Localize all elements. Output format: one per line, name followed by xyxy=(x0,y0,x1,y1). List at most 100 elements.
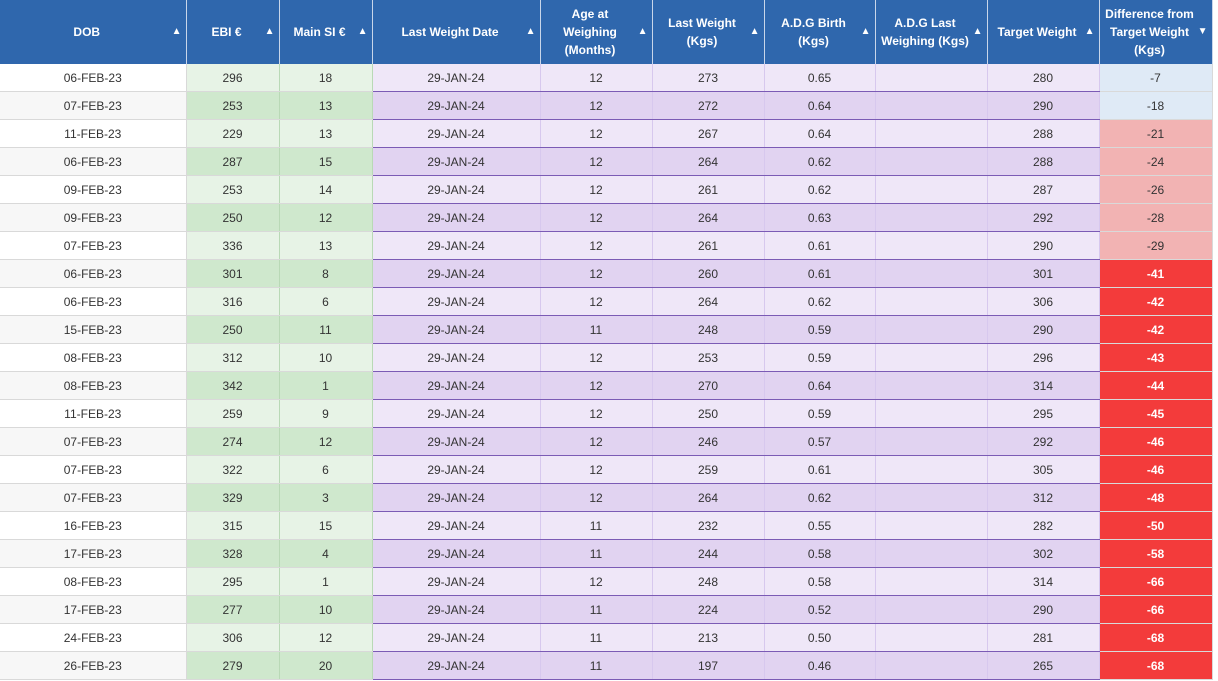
column-header-age[interactable]: Age at Weighing (Months) ▲ xyxy=(540,0,653,64)
cell-adgl xyxy=(875,231,988,260)
cell-adgl xyxy=(875,343,988,372)
table-row[interactable]: 06-FEB-23 296 18 29-JAN-24 12 273 0.65 280 -7 xyxy=(0,64,1213,92)
cell-tw: 280 xyxy=(987,64,1100,92)
cell-si: 10 xyxy=(279,343,373,372)
table-row[interactable]: 06-FEB-23 316 6 29-JAN-24 12 264 0.62 306 -42 xyxy=(0,287,1213,316)
column-header-label: Target Weight xyxy=(997,25,1077,39)
cell-adgl xyxy=(875,427,988,456)
column-header-ebi[interactable]: EBI € ▲ xyxy=(186,0,280,64)
table-row[interactable]: 07-FEB-23 336 13 29-JAN-24 12 261 0.61 290 -29 xyxy=(0,231,1213,260)
cell-adgl xyxy=(875,259,988,288)
cell-date: 29-JAN-24 xyxy=(372,483,541,512)
table-row[interactable]: 09-FEB-23 250 12 29-JAN-24 12 264 0.63 292 -28 xyxy=(0,203,1213,232)
column-header-label: Last Weight Date xyxy=(401,25,499,39)
cell-adgb: 0.62 xyxy=(764,147,876,176)
cell-tw: 306 xyxy=(987,287,1100,316)
sort-asc-icon[interactable]: ▲ xyxy=(973,27,983,37)
column-header-date[interactable]: Last Weight Date ▲ xyxy=(372,0,541,64)
cell-ebi: 316 xyxy=(186,287,280,316)
cell-date: 29-JAN-24 xyxy=(372,147,541,176)
cell-ebi: 312 xyxy=(186,343,280,372)
cell-adgb: 0.55 xyxy=(764,511,876,540)
cell-diff: -50 xyxy=(1099,511,1213,540)
table-row[interactable]: 26-FEB-23 279 20 29-JAN-24 11 197 0.46 265 -68 xyxy=(0,651,1213,680)
column-header-tw[interactable]: Target Weight ▲ xyxy=(987,0,1100,64)
cell-date: 29-JAN-24 xyxy=(372,539,541,568)
cell-diff: -68 xyxy=(1099,623,1213,652)
cell-diff: -21 xyxy=(1099,119,1213,148)
cell-dob: 08-FEB-23 xyxy=(0,371,187,400)
table-row[interactable]: 07-FEB-23 329 3 29-JAN-24 12 264 0.62 312 -48 xyxy=(0,483,1213,512)
cell-tw: 295 xyxy=(987,399,1100,428)
cell-diff: -66 xyxy=(1099,567,1213,596)
cell-adgl xyxy=(875,287,988,316)
cell-adgl xyxy=(875,203,988,232)
cell-date: 29-JAN-24 xyxy=(372,511,541,540)
table-row[interactable]: 07-FEB-23 253 13 29-JAN-24 12 272 0.64 290 -18 xyxy=(0,91,1213,120)
cell-si: 12 xyxy=(279,623,373,652)
column-header-dob[interactable]: DOB ▲ xyxy=(0,0,187,64)
table-header: DOB ▲ EBI € ▲ Main SI € ▲ Last Weight Date ▲ Age… xyxy=(0,0,1213,64)
cell-age: 12 xyxy=(540,567,653,596)
cell-ebi: 306 xyxy=(186,623,280,652)
cell-dob: 08-FEB-23 xyxy=(0,567,187,596)
cell-si: 1 xyxy=(279,567,373,596)
sort-asc-icon[interactable]: ▲ xyxy=(265,27,275,37)
table-row[interactable]: 08-FEB-23 312 10 29-JAN-24 12 253 0.59 296 -43 xyxy=(0,343,1213,372)
table-row[interactable]: 07-FEB-23 322 6 29-JAN-24 12 259 0.61 305 -46 xyxy=(0,455,1213,484)
cell-ebi: 250 xyxy=(186,203,280,232)
sort-asc-icon[interactable]: ▲ xyxy=(750,27,760,37)
cell-age: 11 xyxy=(540,595,653,624)
cell-dob: 11-FEB-23 xyxy=(0,119,187,148)
sort-asc-icon[interactable]: ▲ xyxy=(358,27,368,37)
sort-desc-icon[interactable]: ▼ xyxy=(1198,27,1208,37)
cell-age: 12 xyxy=(540,483,653,512)
table-row[interactable]: 06-FEB-23 287 15 29-JAN-24 12 264 0.62 288 -24 xyxy=(0,147,1213,176)
table-row[interactable]: 17-FEB-23 277 10 29-JAN-24 11 224 0.52 290 -66 xyxy=(0,595,1213,624)
table-row[interactable]: 11-FEB-23 259 9 29-JAN-24 12 250 0.59 295 -45 xyxy=(0,399,1213,428)
cell-adgb: 0.59 xyxy=(764,343,876,372)
cell-diff: -58 xyxy=(1099,539,1213,568)
column-header-lw[interactable]: Last Weight (Kgs) ▲ xyxy=(652,0,765,64)
table-row[interactable]: 15-FEB-23 250 11 29-JAN-24 11 248 0.59 290 -42 xyxy=(0,315,1213,344)
table-row[interactable]: 17-FEB-23 328 4 29-JAN-24 11 244 0.58 302 -58 xyxy=(0,539,1213,568)
sort-asc-icon[interactable]: ▲ xyxy=(1085,27,1095,37)
cell-diff: -46 xyxy=(1099,455,1213,484)
cell-ebi: 279 xyxy=(186,651,280,680)
cell-adgb: 0.64 xyxy=(764,91,876,120)
column-header-si[interactable]: Main SI € ▲ xyxy=(279,0,373,64)
sort-asc-icon[interactable]: ▲ xyxy=(172,27,182,37)
cell-dob: 06-FEB-23 xyxy=(0,259,187,288)
table-row[interactable]: 08-FEB-23 295 1 29-JAN-24 12 248 0.58 314 -66 xyxy=(0,567,1213,596)
cell-ebi: 253 xyxy=(186,91,280,120)
cell-si: 6 xyxy=(279,287,373,316)
cell-adgl xyxy=(875,511,988,540)
cell-dob: 16-FEB-23 xyxy=(0,511,187,540)
cell-adgl xyxy=(875,623,988,652)
column-header-adgl[interactable]: A.D.G Last Weighing (Kgs) ▲ xyxy=(875,0,988,64)
column-header-adgb[interactable]: A.D.G Birth (Kgs) ▲ xyxy=(764,0,876,64)
table-row[interactable]: 24-FEB-23 306 12 29-JAN-24 11 213 0.50 281 -68 xyxy=(0,623,1213,652)
sort-asc-icon[interactable]: ▲ xyxy=(526,27,536,37)
cell-date: 29-JAN-24 xyxy=(372,567,541,596)
sort-asc-icon[interactable]: ▲ xyxy=(638,27,648,37)
cell-diff: -68 xyxy=(1099,651,1213,680)
cell-lw: 264 xyxy=(652,147,765,176)
cell-adgb: 0.63 xyxy=(764,203,876,232)
cell-age: 12 xyxy=(540,259,653,288)
cell-ebi: 342 xyxy=(186,371,280,400)
table-row[interactable]: 09-FEB-23 253 14 29-JAN-24 12 261 0.62 287 -26 xyxy=(0,175,1213,204)
column-header-diff[interactable]: Difference from Target Weight (Kgs) ▼ xyxy=(1099,0,1213,64)
cell-lw: 270 xyxy=(652,371,765,400)
table-row[interactable]: 08-FEB-23 342 1 29-JAN-24 12 270 0.64 314 -44 xyxy=(0,371,1213,400)
cell-tw: 287 xyxy=(987,175,1100,204)
table-body: 06-FEB-23 296 18 29-JAN-24 12 273 0.65 280 -7 07-… xyxy=(0,64,1213,680)
table-row[interactable]: 11-FEB-23 229 13 29-JAN-24 12 267 0.64 288 -21 xyxy=(0,119,1213,148)
table-row[interactable]: 16-FEB-23 315 15 29-JAN-24 11 232 0.55 282 -50 xyxy=(0,511,1213,540)
sort-asc-icon[interactable]: ▲ xyxy=(861,27,871,37)
cell-dob: 07-FEB-23 xyxy=(0,427,187,456)
table-row[interactable]: 07-FEB-23 274 12 29-JAN-24 12 246 0.57 292 -46 xyxy=(0,427,1213,456)
cell-age: 12 xyxy=(540,91,653,120)
table-row[interactable]: 06-FEB-23 301 8 29-JAN-24 12 260 0.61 301 -41 xyxy=(0,259,1213,288)
cell-lw: 224 xyxy=(652,595,765,624)
